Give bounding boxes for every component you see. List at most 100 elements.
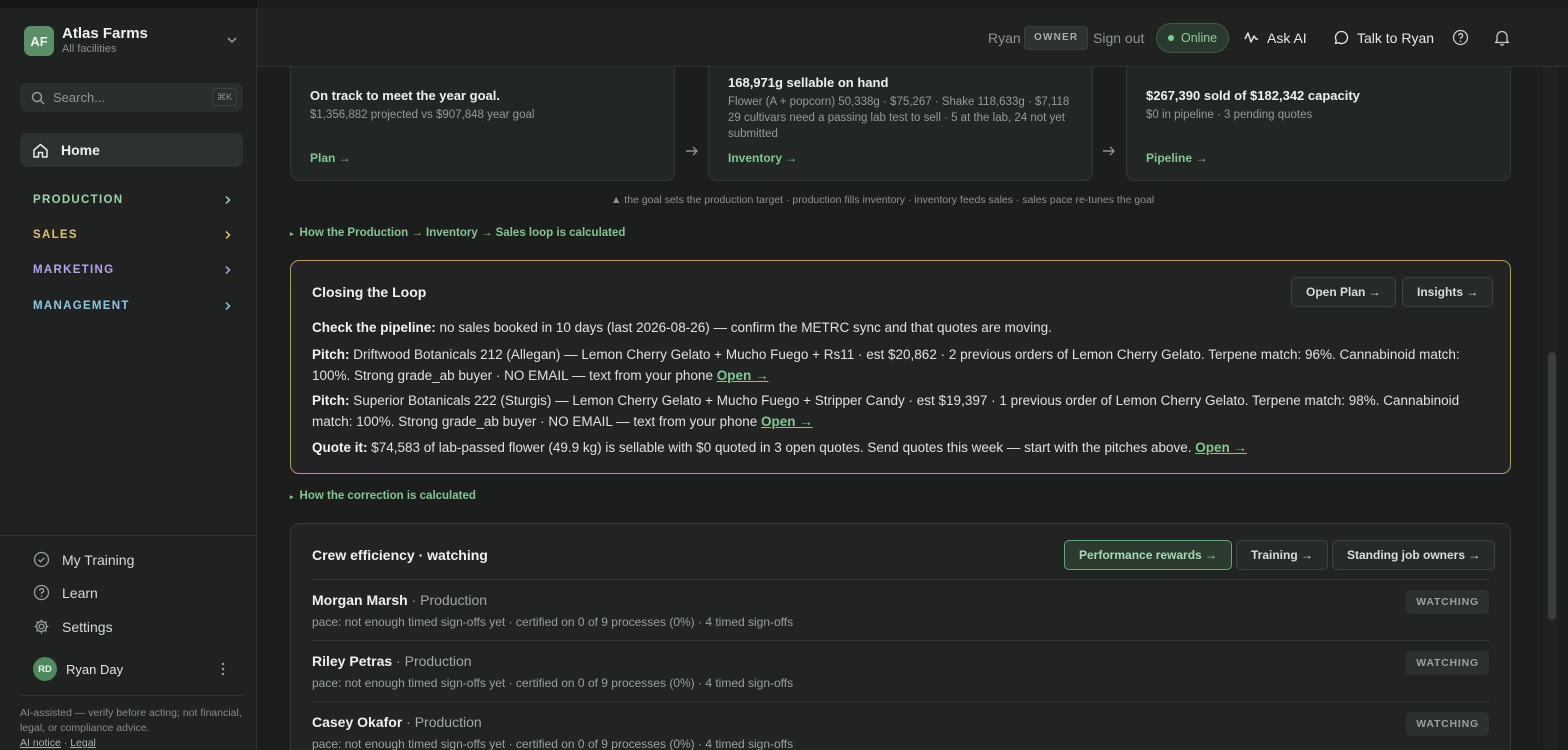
open-link[interactable]: Open → [761,414,813,429]
item-label: Quote it: [312,440,368,455]
status-badge: WATCHING [1406,590,1489,614]
ai-disclaimer: AI-assisted — verify before acting; not … [20,695,244,750]
sidebar-section-management[interactable]: MANAGEMENT [33,296,233,316]
legal-link[interactable]: Legal [70,737,96,749]
standing-job-owners-button[interactable]: Standing job owners → [1332,540,1496,570]
crew-member-dept: · Production [392,653,472,669]
closing-loop-title: Closing the Loop [312,284,427,300]
sidebar-bottom-divider [0,535,257,536]
crew-member-name: Morgan Marsh [312,592,408,608]
chevron-right-icon [225,265,231,275]
crew-member-pace: pace: not enough timed sign-offs yet · c… [312,615,794,629]
correction-calculation-label: How the correction is calculated [299,490,476,502]
open-plan-button[interactable]: Open Plan → [1291,277,1396,307]
talk-button[interactable]: Talk to Ryan [1334,8,1434,67]
training-button[interactable]: Training → [1236,540,1329,570]
arrow-right-icon [1103,146,1115,156]
inventory-link[interactable]: Inventory → [728,151,797,165]
crew-member-dept: · Production [407,592,488,608]
role-badge: OWNER [1024,25,1089,50]
table-row[interactable]: Casey Okafor · Production pace: not enou… [312,701,1489,750]
table-row[interactable]: Morgan Marsh · Production pace: not enou… [312,579,1489,640]
inventory-card-title: 168,971g sellable on hand [728,75,889,90]
insights-button[interactable]: Insights → [1402,277,1494,307]
crew-efficiency-card: Crew efficiency · watching Performance r… [290,523,1511,750]
more-vertical-icon[interactable] [221,662,225,676]
open-link[interactable]: Open → [717,368,769,383]
item-text: $74,583 of lab-passed flower (49.9 kg) i… [367,440,1196,455]
loop-note: ▲ the goal sets the production target · … [611,194,1155,206]
bell-icon [1494,30,1510,46]
caret-right-icon: ▸ [290,494,294,501]
top-bar: Ryan OWNER Sign out Online Ask AI Talk t… [257,8,1568,67]
ai-notice-link[interactable]: AI notice [20,737,61,749]
closing-loop-card: Closing the Loop Open Plan → Insights → … [290,260,1511,474]
online-dot-icon [1168,34,1174,41]
crew-efficiency-title: Crew efficiency · watching [312,547,488,563]
pitch-item: Pitch: Superior Botanicals 222 (Sturgis)… [312,390,1482,432]
pipeline-link[interactable]: Pipeline → [1146,151,1207,165]
status-label: Online [1181,30,1218,45]
org-logo: AF [24,26,54,56]
open-link[interactable]: Open → [1195,440,1247,455]
help-button[interactable] [1452,8,1469,67]
sidebar-item-learn[interactable]: Learn [33,584,98,601]
user-menu[interactable]: RD Ryan Day [33,657,123,681]
sidebar-item-my-training[interactable]: My Training [33,551,134,568]
sidebar-section-marketing[interactable]: MARKETING [33,260,233,280]
activity-icon [1244,32,1258,43]
pipeline-summary-card: $267,390 sold of $182,342 capacity $0 in… [1126,67,1511,181]
caret-right-icon: ▸ [290,231,294,238]
quote-item: Quote it: $74,583 of lab-passed flower (… [312,437,1482,458]
sidebar-section-label: MANAGEMENT [33,300,130,312]
item-text: Driftwood Botanicals 212 (Allegan) — Lem… [312,347,1460,383]
chevron-right-icon [225,195,231,205]
sidebar-section-label: PRODUCTION [33,194,124,206]
plan-card-detail: $1,356,882 projected vs $907,848 year go… [310,109,535,121]
arrow-right-icon [686,146,698,156]
sidebar-item-label: My Training [62,551,135,568]
correction-calculation-toggle[interactable]: ▸ How the correction is calculated [290,490,476,502]
crew-member-dept: · Production [402,714,482,730]
sidebar-section-label: MARKETING [33,264,115,276]
status-badge[interactable]: Online [1156,22,1230,53]
pitch-item: Pitch: Driftwood Botanicals 212 (Allegan… [312,344,1482,386]
org-subtitle: All facilities [62,43,117,55]
disclaimer-separator: · [63,737,68,749]
search-placeholder: Search... [53,90,106,105]
loop-calculation-label: How the Production → Inventory → Sales l… [299,227,626,239]
chevron-right-icon [225,230,231,240]
main-content: On track to meet the year goal. $1,356,8… [257,67,1541,750]
org-switcher[interactable]: AF Atlas Farms All facilities [24,26,148,56]
avatar: RD [33,657,57,681]
crew-member-name: Riley Petras [312,653,393,669]
status-badge-wrap: Online [1156,8,1230,67]
check-circle-icon [33,551,50,568]
sidebar-item-settings[interactable]: Settings [33,618,113,635]
ask-ai-label: Ask AI [1267,29,1307,46]
help-circle-icon [1452,29,1469,46]
sidebar-section-production[interactable]: PRODUCTION [33,190,233,210]
inventory-card-lab-detail: 29 cultivars need a passing lab test to … [728,112,1065,140]
scrollbar-thumb[interactable] [1548,352,1556,620]
sign-out-button[interactable]: Sign out [1093,8,1144,67]
plan-link[interactable]: Plan → [310,151,351,165]
sidebar-item-home[interactable]: Home [20,133,243,167]
pipeline-card-title: $267,390 sold of $182,342 capacity [1146,88,1360,103]
user-name: Ryan Day [66,661,124,677]
org-name: Atlas Farms [62,25,148,42]
plan-card-title: On track to meet the year goal. [310,88,501,103]
loop-calculation-toggle[interactable]: ▸ How the Production → Inventory → Sales … [290,227,625,239]
sidebar-section-sales[interactable]: SALES [33,225,233,245]
crew-member-pace: pace: not enough timed sign-offs yet · c… [312,676,794,690]
plan-summary-card: On track to meet the year goal. $1,356,8… [290,67,675,181]
table-row[interactable]: Riley Petras · Production pace: not enou… [312,640,1489,701]
ask-ai-button[interactable]: Ask AI [1244,8,1307,67]
search-input[interactable]: Search... ⌘K [20,83,243,112]
item-label: Pitch: [312,347,350,362]
chevron-right-icon [225,301,231,311]
chevron-down-icon[interactable] [226,34,238,46]
notifications-button[interactable] [1494,8,1510,67]
performance-rewards-button[interactable]: Performance rewards → [1064,540,1233,570]
crew-member-name: Casey Okafor [312,714,403,730]
